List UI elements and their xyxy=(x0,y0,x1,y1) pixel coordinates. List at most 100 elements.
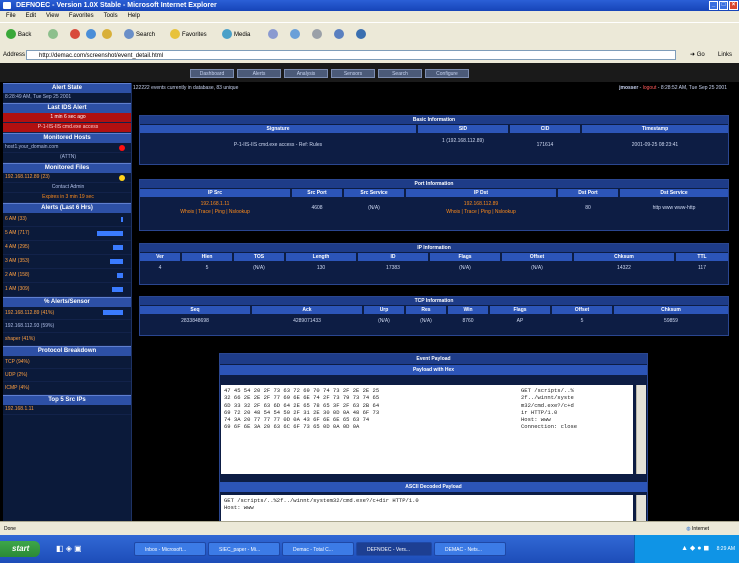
menu-help[interactable]: Help xyxy=(128,13,140,19)
col-id: ID xyxy=(358,253,428,261)
sidebar-row[interactable]: 192.168.112.89 (41%) xyxy=(3,307,131,320)
logout-link[interactable]: logout xyxy=(643,85,657,91)
task-demac-nets[interactable]: DEMAC - Nets... xyxy=(434,542,506,556)
col-ip-dst: IP Dst xyxy=(406,189,556,197)
task-demac[interactable]: Demac - Total C... xyxy=(282,542,354,556)
address-input[interactable]: http://demac.com/screenshot/event_detail… xyxy=(26,50,676,60)
col-tcp-chksum: Chksum xyxy=(614,306,728,314)
media-icon xyxy=(222,29,232,40)
task-inbox[interactable]: Inbox - Microsoft... xyxy=(134,542,206,556)
col-signature: Signature xyxy=(140,125,416,133)
start-button[interactable]: start xyxy=(0,541,40,557)
sidebar-row[interactable]: 1 AM (309) xyxy=(3,283,131,297)
tab-dashboard[interactable]: Dashboard xyxy=(190,69,234,78)
cid-cell: 171614 xyxy=(536,142,554,148)
back-arrow-icon xyxy=(6,29,16,40)
sidebar-row[interactable]: TCP (94%) xyxy=(3,356,131,369)
stop-icon xyxy=(70,29,80,40)
task-siec-paper[interactable]: SIEC_paper - Mi... xyxy=(208,542,280,556)
minimize-button[interactable]: _ xyxy=(709,1,718,10)
tab-sensors[interactable]: Sensors xyxy=(331,69,375,78)
status-line: 122222 events currently in database, 83 … xyxy=(133,83,733,93)
home-button[interactable] xyxy=(102,29,114,41)
maximize-button[interactable]: □ xyxy=(719,1,728,10)
decoded-scrollbar[interactable] xyxy=(636,495,646,521)
tab-alerts[interactable]: Alerts xyxy=(237,69,281,78)
sidebar-row: 1 min 6 sec ago xyxy=(3,113,131,123)
col-src-port: Src Port xyxy=(292,189,342,197)
print-button[interactable] xyxy=(312,29,324,41)
media-button[interactable]: Media xyxy=(222,29,250,41)
hex-line: 32 66 2E 2E 2F 77 69 6E 6E 74 2F 73 79 7… xyxy=(224,394,380,402)
task-defnoec[interactable]: DEFNOEC - Vers... xyxy=(356,542,432,556)
signature-ref-link[interactable]: Ref: Rules xyxy=(299,142,322,148)
hex-scrollbar[interactable] xyxy=(636,385,646,474)
menu-view[interactable]: View xyxy=(46,13,59,19)
bar-fill xyxy=(97,231,123,236)
stop-button[interactable] xyxy=(70,29,82,41)
sidebar-heading-alerts-6hrs: Alerts (Last 6 Hrs) xyxy=(3,203,131,213)
web-page: Dashboard Alerts Analysis Sensors Search… xyxy=(0,63,739,521)
mail-button[interactable] xyxy=(290,29,302,41)
discuss-button[interactable] xyxy=(356,29,368,41)
sidebar-row[interactable]: 192.168.112.93 (59%) xyxy=(3,320,131,333)
taskbar-clock: 8:29 AM xyxy=(716,546,735,552)
home-icon xyxy=(102,29,112,40)
col-flags: Flags xyxy=(430,253,500,261)
port-info-section: Port Information IP Src Src Port Src Ser… xyxy=(139,179,729,231)
col-ip-src: IP Src xyxy=(140,189,290,197)
decoded-line: GET /scripts/..%2f../winnt/system32/cmd.… xyxy=(224,497,419,504)
col-offset: Offset xyxy=(502,253,572,261)
tab-search[interactable]: Search xyxy=(378,69,422,78)
ip-dst-cell[interactable]: 192.168.112.89 xyxy=(406,201,556,208)
menu-favorites[interactable]: Favorites xyxy=(69,13,94,19)
sidebar-row[interactable]: 192.168.112.89 (23) xyxy=(3,173,131,183)
close-button[interactable]: × xyxy=(729,1,738,10)
ip-src-tools[interactable]: Whois | Trace | Ping | Nslookup xyxy=(140,209,290,216)
ip-src-cell[interactable]: 192.168.1.11 xyxy=(140,201,290,208)
ascii-line: Host: www xyxy=(521,416,551,424)
go-button[interactable]: ➜ Go xyxy=(690,48,705,62)
sidebar-row[interactable]: host1.your_domain.com xyxy=(3,143,131,153)
sidebar-row[interactable]: 192.168.1.11 xyxy=(3,405,131,415)
links-button[interactable]: Links xyxy=(718,48,732,62)
edit-button[interactable] xyxy=(334,29,346,41)
menu-edit[interactable]: Edit xyxy=(26,13,36,19)
menu-tools[interactable]: Tools xyxy=(104,13,118,19)
ver-cell: 4 xyxy=(158,265,162,271)
col-tos: TOS xyxy=(234,253,284,261)
window-title: DEFNOEC - Version 1.0X Stable - Microsof… xyxy=(16,2,217,9)
back-button[interactable]: Back xyxy=(6,29,31,41)
favorites-button[interactable]: Favorites xyxy=(170,29,207,41)
ascii-line: 2f../winnt/syste xyxy=(521,394,574,402)
ascii-column: GET /scripts/..% 2f../winnt/syste m32/cm… xyxy=(521,387,577,431)
tray-icons[interactable]: ▲ ◆ ● ◼ xyxy=(681,545,709,552)
sidebar-row[interactable]: shaper (41%) xyxy=(3,333,131,346)
sidebar-row[interactable]: UDP (2%) xyxy=(3,369,131,382)
taskbar: start ◧ ◈ ▣ Inbox - Microsoft... SIEC_pa… xyxy=(0,535,739,563)
forward-button[interactable] xyxy=(48,29,60,41)
quick-launch-icons[interactable]: ◧ ◈ ▣ xyxy=(56,544,82,553)
tab-analysis[interactable]: Analysis xyxy=(284,69,328,78)
sidebar-row[interactable]: P-1-IIS-IIS cmd.exe access xyxy=(3,123,131,133)
search-button[interactable]: Search xyxy=(124,29,155,41)
history-button[interactable] xyxy=(268,29,280,41)
app-nav: Dashboard Alerts Analysis Sensors Search… xyxy=(0,63,739,82)
sidebar-row: Expires in 3 min 19 sec xyxy=(3,193,131,203)
refresh-button[interactable] xyxy=(86,29,98,41)
tab-configure[interactable]: Configure xyxy=(425,69,469,78)
ip-dst-tools[interactable]: Whois | Trace | Ping | Nslookup xyxy=(406,209,556,216)
menu-file[interactable]: File xyxy=(6,13,16,19)
sidebar-row[interactable]: 2 AM (158) xyxy=(3,269,131,283)
dst-port-cell: 80 xyxy=(585,205,591,211)
sidebar-row[interactable]: 5 AM (717) xyxy=(3,227,131,241)
sidebar-row[interactable]: ICMP (4%) xyxy=(3,382,131,395)
sidebar-row[interactable]: 3 AM (353) xyxy=(3,255,131,269)
sidebar-row[interactable]: 6 AM (33) xyxy=(3,213,131,227)
sidebar-row[interactable]: 4 AM (295) xyxy=(3,241,131,255)
dst-service-cell: http www www-http xyxy=(652,205,696,211)
payload-hex-view[interactable]: 47 45 54 20 2F 73 63 72 69 70 74 73 2F 2… xyxy=(221,385,633,474)
decoded-payload-view[interactable]: GET /scripts/..%2f../winnt/system32/cmd.… xyxy=(221,495,633,521)
col-ver: Ver xyxy=(140,253,180,261)
username: jmosser xyxy=(619,85,639,91)
